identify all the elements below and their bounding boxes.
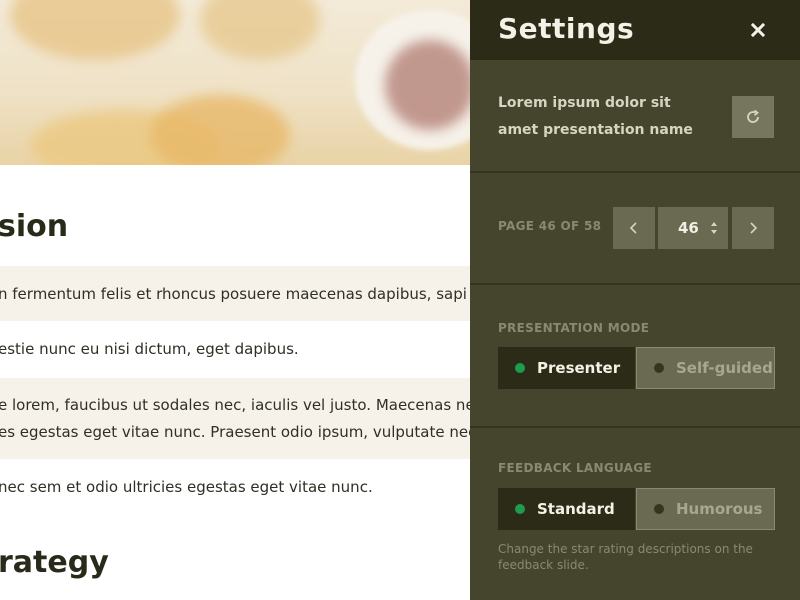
next-page-button[interactable] [732, 207, 774, 249]
panel-title: Settings [498, 12, 635, 45]
standard-option[interactable]: Standard [498, 488, 635, 530]
content-row: estie nunc eu nisi dictum, eget dapibus. [0, 340, 299, 358]
previous-page-button[interactable] [613, 207, 655, 249]
presentation-name: Lorem ipsum dolor sit amet presentation … [498, 95, 693, 138]
presentation-mode-toggle: Presenter Self-guided [498, 347, 775, 389]
close-icon [751, 23, 765, 37]
chevron-left-icon [629, 222, 637, 234]
close-button[interactable] [744, 16, 772, 44]
hero-image [0, 0, 470, 165]
refresh-name-button[interactable] [732, 96, 774, 138]
refresh-icon [747, 109, 759, 123]
section-heading: rategy [0, 545, 109, 580]
feedback-language-label: FEEDBACK LANGUAGE [498, 461, 652, 475]
self-guided-option[interactable]: Self-guided [636, 347, 775, 389]
divider [470, 171, 800, 173]
content-row: n fermentum felis et rhoncus posuere mae… [0, 266, 470, 321]
presenter-option[interactable]: Presenter [498, 347, 635, 389]
presentation-mode-label: PRESENTATION MODE [498, 321, 650, 335]
stepper-arrows-icon[interactable] [710, 221, 718, 235]
divider [470, 426, 800, 428]
feedback-language-toggle: Standard Humorous [498, 488, 775, 530]
feedback-language-hint: Change the star rating descriptions on t… [498, 542, 753, 572]
presentation-content: sion n fermentum felis et rhoncus posuer… [0, 165, 470, 600]
unselected-dot-icon [654, 363, 664, 373]
divider [470, 283, 800, 285]
page-number-value: 46 [678, 219, 699, 237]
settings-panel: Settings Lorem ipsum dolor sit amet pres… [470, 0, 800, 600]
content-row: nec sem et odio ultricies egestas eget v… [0, 478, 373, 496]
unselected-dot-icon [654, 504, 664, 514]
selected-dot-icon [515, 363, 525, 373]
settings-header: Settings [470, 0, 800, 60]
section-heading: sion [0, 209, 69, 244]
page-indicator: PAGE 46 OF 58 [498, 219, 602, 233]
chevron-right-icon [750, 222, 758, 234]
content-row: e lorem, faucibus ut sodales nec, iaculi… [0, 378, 470, 459]
humorous-option[interactable]: Humorous [636, 488, 775, 530]
selected-dot-icon [515, 504, 525, 514]
page-number-input[interactable]: 46 [658, 207, 728, 249]
